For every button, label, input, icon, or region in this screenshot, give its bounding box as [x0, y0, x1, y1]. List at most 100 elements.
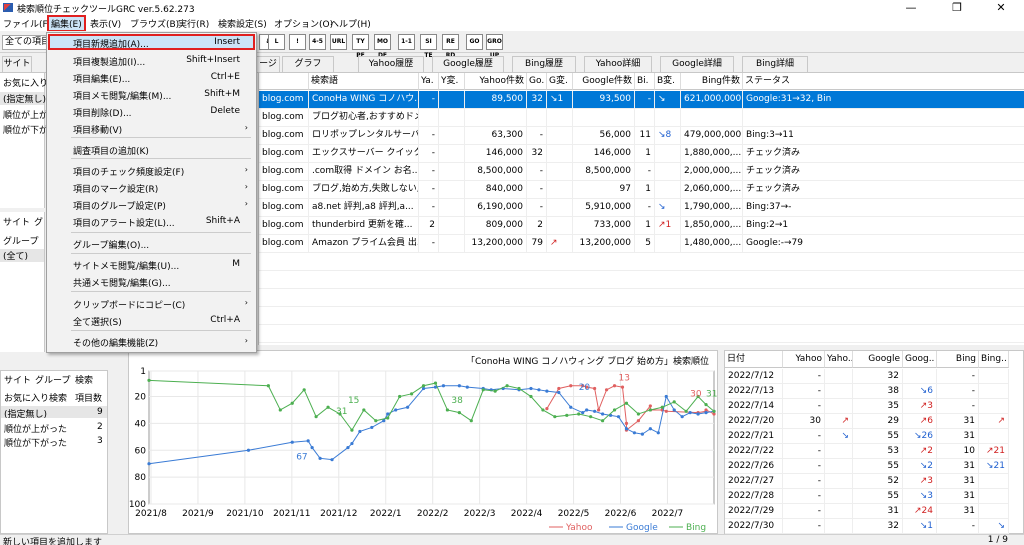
group-item-all[interactable]: (全て) — [0, 249, 44, 262]
col-header-google-change[interactable]: G変. — [547, 73, 573, 90]
tab-google-history[interactable]: Google履歴 — [432, 56, 504, 72]
menu-search-settings[interactable]: 検索設定(S) — [218, 17, 267, 30]
series-point-yahoo — [557, 386, 561, 391]
grid-row[interactable]: blog.comブログ初心者,おすすめドメ... — [259, 109, 1024, 127]
col-header-status[interactable]: ステータス — [743, 73, 1024, 90]
low-tab-search[interactable]: 検索 — [75, 373, 93, 386]
rtable-header[interactable]: 日付 — [725, 351, 783, 368]
menu-file[interactable]: ファイル(F) — [3, 17, 51, 30]
menu-help[interactable]: ヘルプ(H) — [330, 17, 371, 30]
restore-button[interactable]: ❐ — [934, 0, 980, 15]
col-header-bing-rank[interactable]: Bi. — [635, 73, 655, 90]
series-point-bing — [350, 428, 354, 432]
grid-row[interactable]: blog.comエックスサーバー クイックスタ...-146,00032146,… — [259, 145, 1024, 163]
grid-cell: 6,190,000 — [465, 199, 527, 217]
toolbar-button-url[interactable]: URL — [330, 34, 347, 50]
tab-graph[interactable]: グラフ — [282, 56, 334, 72]
rtable-header[interactable]: Bing.. — [979, 351, 1009, 368]
grid-row[interactable]: blog.com ブログ,始め方,失敗しない,... -840,000-97 1 2,0… — [259, 181, 1024, 199]
edit-menu-item[interactable]: 項目メモ閲覧/編集(M)... — [73, 89, 171, 102]
rtable-header[interactable]: Yahoo — [783, 351, 825, 368]
edit-menu-item[interactable]: 項目削除(D)... — [73, 106, 132, 119]
toolbar-button-mode[interactable]: MO DE — [374, 34, 391, 59]
grid-cell: 2 — [419, 217, 439, 235]
menu-edit[interactable]: 編集(E) — [47, 15, 86, 32]
minimize-button[interactable]: — — [888, 0, 934, 15]
grid-cell: ロリポップレンタルサーバー,... — [309, 127, 419, 145]
left-mid-tab-group[interactable]: グ — [34, 215, 43, 228]
edit-menu-item[interactable]: サイトメモ閲覧/編集(U)... — [73, 259, 179, 272]
menu-run[interactable]: 実行(R) — [178, 17, 209, 30]
col-header-site[interactable] — [259, 73, 309, 90]
rtable-cell — [979, 399, 1009, 414]
menu-view[interactable]: 表示(V) — [90, 17, 121, 30]
tab-google-detail[interactable]: Google詳細 — [660, 56, 734, 72]
toolbar-button-go[interactable]: GO — [466, 34, 483, 50]
grid-row[interactable]: blog.comロリポップレンタルサーバー,...-63,300-56,0001… — [259, 127, 1024, 145]
filter-select[interactable]: 全ての項目 — [2, 35, 48, 50]
rtable-header[interactable]: Bing — [937, 351, 979, 368]
edit-menu-item[interactable]: 全て選択(S) — [73, 315, 122, 328]
edit-menu-item[interactable]: その他の編集機能(Z) — [73, 336, 158, 349]
menu-browse[interactable]: ブラウズ(B) — [130, 17, 179, 30]
edit-menu-item[interactable]: クリップボードにコピー(C) — [73, 298, 185, 311]
rtable-cell: 31 — [937, 414, 979, 429]
grid-row[interactable]: blog.com thunderbird 更新を確... 2 809,000 2 733,… — [259, 217, 1024, 235]
toolbar-button-type[interactable]: TY PE — [352, 34, 369, 59]
col-header-google-count[interactable]: Google件数 — [573, 73, 635, 90]
tab-site[interactable]: サイト — [2, 56, 32, 72]
low-row-up[interactable]: 順位が上がった — [4, 422, 67, 435]
low-tab-group[interactable]: グループ — [35, 373, 70, 386]
grid-row[interactable]: blog.com ConoHa WING コノハウ... -89,500 32 ↘1 93… — [259, 91, 1024, 109]
grid-row[interactable]: blog.com .com取得 ドメイン お名... -8,500,000-8,50… — [259, 163, 1024, 181]
toolbar-button-rank[interactable]: 4-5 — [309, 34, 326, 50]
menu-separator — [71, 253, 251, 254]
col-header-bing-change[interactable]: B変. — [655, 73, 681, 90]
tab-bing-detail[interactable]: Bing詳細 — [742, 56, 808, 72]
grid-empty-row — [259, 271, 1024, 289]
toolbar-button-l[interactable]: L — [268, 34, 285, 50]
col-header-yahoo-change[interactable]: Y変. — [439, 73, 465, 90]
rtable-header[interactable]: Yaho.. — [825, 351, 853, 368]
left-mid-tab-site[interactable]: サイト — [3, 215, 30, 228]
toolbar-button-site[interactable]: SI TE — [420, 34, 437, 59]
favorites-item-up[interactable]: 順位が上が — [3, 108, 48, 121]
col-header-bing-count[interactable]: Bing件数 — [681, 73, 743, 90]
toolbar-button-record[interactable]: RE RD — [442, 34, 459, 59]
rtable-header[interactable]: Google — [853, 351, 903, 368]
favorites-item-down[interactable]: 順位が下が — [3, 123, 48, 136]
edit-menu-item[interactable]: 項目のマーク設定(R) — [73, 182, 158, 195]
tab-yahoo-detail[interactable]: Yahoo詳細 — [584, 56, 652, 72]
tab-page[interactable]: ージ — [256, 56, 280, 72]
grid-cell: blog.com — [259, 235, 309, 253]
close-button[interactable]: ✕ — [978, 0, 1024, 15]
tab-bing-history[interactable]: Bing履歴 — [512, 56, 576, 72]
edit-menu-item[interactable]: 項目のグループ設定(P) — [73, 199, 166, 212]
grid-cell — [527, 109, 547, 127]
grid-row[interactable]: blog.com a8.net 評判,a8 評判,a... -6,190,000-5… — [259, 199, 1024, 217]
edit-menu-item[interactable]: 項目のアラート設定(L)... — [73, 216, 175, 229]
low-row-none[interactable]: (指定無し) — [4, 407, 47, 420]
col-header-yahoo-rank[interactable]: Ya. — [419, 73, 439, 90]
rtable-header[interactable]: Goog.. — [903, 351, 937, 368]
edit-menu-item[interactable]: 共通メモ閲覧/編集(G)... — [73, 276, 171, 289]
edit-menu-item[interactable]: 項目移動(V) — [73, 123, 122, 136]
edit-menu-item[interactable]: 項目新規追加(A)... — [73, 37, 149, 50]
low-tab-site[interactable]: サイト — [4, 373, 31, 386]
edit-menu-item[interactable]: グループ編集(O)... — [73, 238, 149, 251]
menu-options[interactable]: オプション(O) — [274, 17, 333, 30]
col-header-keyword[interactable]: 検索語 — [309, 73, 419, 90]
toolbar-button-alert[interactable]: ! — [289, 34, 306, 50]
toolbar-button-group[interactable]: GRO UP — [486, 34, 503, 59]
edit-menu-item[interactable]: 調査項目の追加(K) — [73, 144, 149, 157]
col-header-yahoo-count[interactable]: Yahoo件数 — [465, 73, 527, 90]
favorites-item-none[interactable]: (指定無し) — [0, 92, 46, 105]
low-row-down[interactable]: 順位が下がった — [4, 436, 67, 449]
tab-yahoo-history[interactable]: Yahoo履歴 — [358, 56, 424, 72]
grid-row[interactable]: blog.com Amazon プライム会員 出... -13,200,000 79 ↗… — [259, 235, 1024, 253]
edit-menu-item[interactable]: 項目複製追加(I)... — [73, 55, 145, 68]
edit-menu-item[interactable]: 項目のチェック頻度設定(F) — [73, 165, 184, 178]
toolbar-button-one[interactable]: 1-1 — [398, 34, 415, 50]
edit-menu-item[interactable]: 項目編集(E)... — [73, 72, 130, 85]
col-header-google-rank[interactable]: Go. — [527, 73, 547, 90]
